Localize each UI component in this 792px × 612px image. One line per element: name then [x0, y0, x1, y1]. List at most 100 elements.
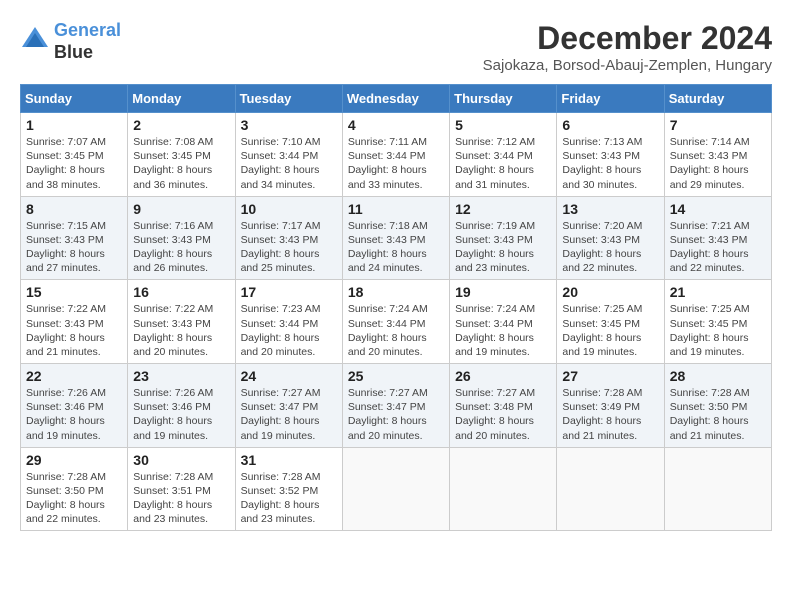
day-number: 8: [26, 201, 122, 217]
day-number: 16: [133, 284, 229, 300]
day-info: Sunrise: 7:16 AMSunset: 3:43 PMDaylight:…: [133, 219, 229, 276]
day-info: Sunrise: 7:25 AMSunset: 3:45 PMDaylight:…: [670, 302, 766, 359]
calendar-cell: 12Sunrise: 7:19 AMSunset: 3:43 PMDayligh…: [450, 196, 557, 280]
calendar-cell: 24Sunrise: 7:27 AMSunset: 3:47 PMDayligh…: [235, 364, 342, 448]
day-info: Sunrise: 7:28 AMSunset: 3:52 PMDaylight:…: [241, 470, 337, 527]
day-info: Sunrise: 7:25 AMSunset: 3:45 PMDaylight:…: [562, 302, 658, 359]
calendar-cell: 1 Sunrise: 7:07 AMSunset: 3:45 PMDaylight…: [21, 113, 128, 197]
month-year-title: December 2024: [483, 20, 772, 57]
day-info: Sunrise: 7:27 AMSunset: 3:47 PMDaylight:…: [241, 386, 337, 443]
day-info: Sunrise: 7:23 AMSunset: 3:44 PMDaylight:…: [241, 302, 337, 359]
calendar-cell: 5 Sunrise: 7:12 AMSunset: 3:44 PMDaylight…: [450, 113, 557, 197]
day-info: Sunrise: 7:21 AMSunset: 3:43 PMDaylight:…: [670, 219, 766, 276]
day-number: 22: [26, 368, 122, 384]
day-number: 29: [26, 452, 122, 468]
calendar-week-row: 29 Sunrise: 7:28 AMSunset: 3:50 PMDayligh…: [21, 447, 772, 531]
day-info: Sunrise: 7:28 AMSunset: 3:51 PMDaylight:…: [133, 470, 229, 527]
logo-text: GeneralBlue: [54, 20, 121, 63]
day-number: 21: [670, 284, 766, 300]
calendar-cell: 29 Sunrise: 7:28 AMSunset: 3:50 PMDayligh…: [21, 447, 128, 531]
day-number: 20: [562, 284, 658, 300]
calendar-table: SundayMondayTuesdayWednesdayThursdayFrid…: [20, 84, 772, 531]
day-number: 31: [241, 452, 337, 468]
calendar-cell: 22Sunrise: 7:26 AMSunset: 3:46 PMDayligh…: [21, 364, 128, 448]
day-info: Sunrise: 7:10 AMSunset: 3:44 PMDaylight:…: [241, 135, 337, 192]
calendar-cell: 9Sunrise: 7:16 AMSunset: 3:43 PMDaylight…: [128, 196, 235, 280]
calendar-week-row: 22Sunrise: 7:26 AMSunset: 3:46 PMDayligh…: [21, 364, 772, 448]
column-header-wednesday: Wednesday: [342, 85, 449, 113]
day-number: 23: [133, 368, 229, 384]
day-info: Sunrise: 7:24 AMSunset: 3:44 PMDaylight:…: [348, 302, 444, 359]
day-number: 3: [241, 117, 337, 133]
day-info: Sunrise: 7:08 AMSunset: 3:45 PMDaylight:…: [133, 135, 229, 192]
day-info: Sunrise: 7:20 AMSunset: 3:43 PMDaylight:…: [562, 219, 658, 276]
day-info: Sunrise: 7:22 AMSunset: 3:43 PMDaylight:…: [26, 302, 122, 359]
calendar-cell: 15 Sunrise: 7:22 AMSunset: 3:43 PMDayligh…: [21, 280, 128, 364]
day-info: Sunrise: 7:28 AMSunset: 3:50 PMDaylight:…: [26, 470, 122, 527]
calendar-cell: 7 Sunrise: 7:14 AMSunset: 3:43 PMDaylight…: [664, 113, 771, 197]
day-number: 1: [26, 117, 122, 133]
calendar-cell: 18 Sunrise: 7:24 AMSunset: 3:44 PMDayligh…: [342, 280, 449, 364]
logo-icon: [20, 25, 50, 55]
day-number: 11: [348, 201, 444, 217]
calendar-cell: 31 Sunrise: 7:28 AMSunset: 3:52 PMDayligh…: [235, 447, 342, 531]
day-info: Sunrise: 7:18 AMSunset: 3:43 PMDaylight:…: [348, 219, 444, 276]
column-header-sunday: Sunday: [21, 85, 128, 113]
calendar-cell: [664, 447, 771, 531]
page-header: GeneralBlue December 2024 Sajokaza, Bors…: [20, 20, 772, 74]
calendar-cell: [450, 447, 557, 531]
calendar-cell: 20 Sunrise: 7:25 AMSunset: 3:45 PMDayligh…: [557, 280, 664, 364]
calendar-week-row: 8 Sunrise: 7:15 AMSunset: 3:43 PMDaylight…: [21, 196, 772, 280]
calendar-cell: [342, 447, 449, 531]
day-number: 6: [562, 117, 658, 133]
day-info: Sunrise: 7:12 AMSunset: 3:44 PMDaylight:…: [455, 135, 551, 192]
calendar-cell: 8 Sunrise: 7:15 AMSunset: 3:43 PMDaylight…: [21, 196, 128, 280]
day-info: Sunrise: 7:15 AMSunset: 3:43 PMDaylight:…: [26, 219, 122, 276]
day-info: Sunrise: 7:22 AMSunset: 3:43 PMDaylight:…: [133, 302, 229, 359]
calendar-cell: 10Sunrise: 7:17 AMSunset: 3:43 PMDayligh…: [235, 196, 342, 280]
day-info: Sunrise: 7:19 AMSunset: 3:43 PMDaylight:…: [455, 219, 551, 276]
day-number: 7: [670, 117, 766, 133]
calendar-cell: 13 Sunrise: 7:20 AMSunset: 3:43 PMDayligh…: [557, 196, 664, 280]
day-number: 5: [455, 117, 551, 133]
calendar-cell: 28Sunrise: 7:28 AMSunset: 3:50 PMDayligh…: [664, 364, 771, 448]
calendar-cell: [557, 447, 664, 531]
column-header-monday: Monday: [128, 85, 235, 113]
calendar-cell: 30Sunrise: 7:28 AMSunset: 3:51 PMDayligh…: [128, 447, 235, 531]
day-number: 4: [348, 117, 444, 133]
day-info: Sunrise: 7:28 AMSunset: 3:50 PMDaylight:…: [670, 386, 766, 443]
calendar-cell: 21 Sunrise: 7:25 AMSunset: 3:45 PMDayligh…: [664, 280, 771, 364]
column-header-thursday: Thursday: [450, 85, 557, 113]
calendar-cell: 11 Sunrise: 7:18 AMSunset: 3:43 PMDayligh…: [342, 196, 449, 280]
calendar-cell: 3 Sunrise: 7:10 AMSunset: 3:44 PMDaylight…: [235, 113, 342, 197]
calendar-cell: 25 Sunrise: 7:27 AMSunset: 3:47 PMDayligh…: [342, 364, 449, 448]
calendar-cell: 27 Sunrise: 7:28 AMSunset: 3:49 PMDayligh…: [557, 364, 664, 448]
calendar-week-row: 15 Sunrise: 7:22 AMSunset: 3:43 PMDayligh…: [21, 280, 772, 364]
day-info: Sunrise: 7:14 AMSunset: 3:43 PMDaylight:…: [670, 135, 766, 192]
day-info: Sunrise: 7:24 AMSunset: 3:44 PMDaylight:…: [455, 302, 551, 359]
day-number: 15: [26, 284, 122, 300]
calendar-cell: 4Sunrise: 7:11 AMSunset: 3:44 PMDaylight…: [342, 113, 449, 197]
day-info: Sunrise: 7:07 AMSunset: 3:45 PMDaylight:…: [26, 135, 122, 192]
day-info: Sunrise: 7:17 AMSunset: 3:43 PMDaylight:…: [241, 219, 337, 276]
day-number: 27: [562, 368, 658, 384]
day-info: Sunrise: 7:27 AMSunset: 3:47 PMDaylight:…: [348, 386, 444, 443]
logo: GeneralBlue: [20, 20, 121, 63]
calendar-cell: 17 Sunrise: 7:23 AMSunset: 3:44 PMDayligh…: [235, 280, 342, 364]
calendar-cell: 2 Sunrise: 7:08 AMSunset: 3:45 PMDaylight…: [128, 113, 235, 197]
day-number: 25: [348, 368, 444, 384]
title-block: December 2024 Sajokaza, Borsod-Abauj-Zem…: [483, 20, 772, 74]
day-number: 13: [562, 201, 658, 217]
day-number: 18: [348, 284, 444, 300]
column-header-saturday: Saturday: [664, 85, 771, 113]
day-number: 2: [133, 117, 229, 133]
column-header-friday: Friday: [557, 85, 664, 113]
day-number: 26: [455, 368, 551, 384]
location-subtitle: Sajokaza, Borsod-Abauj-Zemplen, Hungary: [483, 57, 772, 74]
day-info: Sunrise: 7:27 AMSunset: 3:48 PMDaylight:…: [455, 386, 551, 443]
day-number: 17: [241, 284, 337, 300]
day-info: Sunrise: 7:28 AMSunset: 3:49 PMDaylight:…: [562, 386, 658, 443]
day-number: 14: [670, 201, 766, 217]
calendar-cell: 14 Sunrise: 7:21 AMSunset: 3:43 PMDayligh…: [664, 196, 771, 280]
calendar-cell: 19Sunrise: 7:24 AMSunset: 3:44 PMDayligh…: [450, 280, 557, 364]
